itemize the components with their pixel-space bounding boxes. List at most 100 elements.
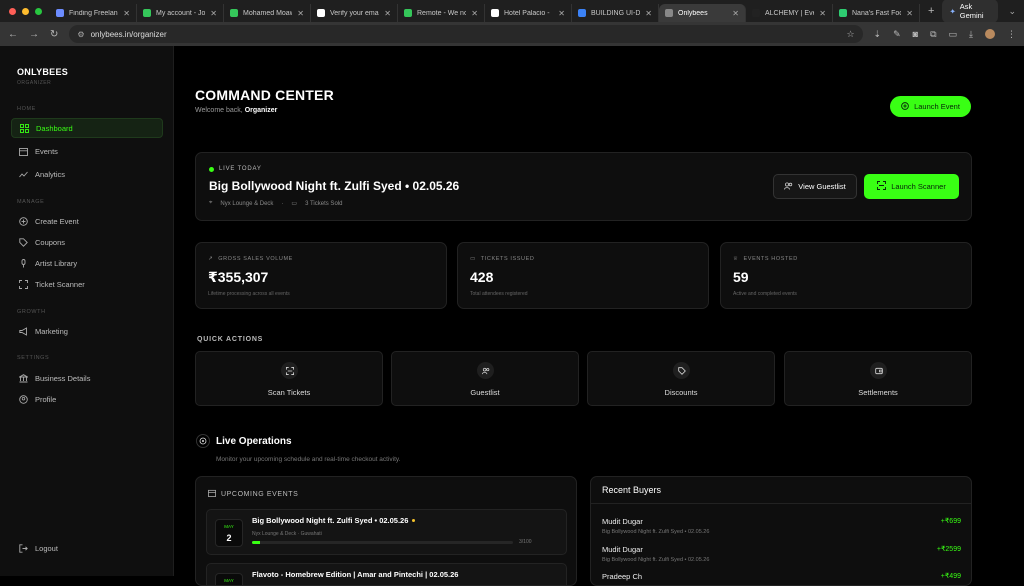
tab-close-icon[interactable]: ✕: [297, 9, 304, 18]
tab-search-icon[interactable]: ⌄: [1008, 6, 1016, 17]
menu-kebab-icon[interactable]: ⋮: [1007, 29, 1016, 40]
tab-close-icon[interactable]: ✕: [123, 9, 130, 18]
stat-card-tickets-issued: ▭ TICKETS ISSUED 428 Total attendees regi…: [457, 242, 709, 309]
page-title: COMMAND CENTER: [195, 87, 334, 103]
ticket-progress-fill: [252, 541, 260, 544]
browser-tab[interactable]: BUILDING UI-DI ✕: [572, 4, 659, 22]
browser-toolbar: ← → ↻ ⚙ onlybees.in/organizer ☆ ⇣ ✎ ◙ ⧉ …: [0, 22, 1024, 46]
bank-icon: [19, 373, 28, 383]
tab-close-icon[interactable]: ✕: [645, 9, 652, 18]
live-tag: LIVE TODAY: [209, 166, 262, 172]
sidebar-item-profile[interactable]: Profile: [11, 389, 163, 409]
scan-icon: [281, 362, 298, 379]
tab-close-icon[interactable]: ✕: [558, 9, 565, 18]
sidebar-item-business-details[interactable]: Business Details: [11, 368, 163, 388]
cast-icon[interactable]: ▭: [949, 29, 958, 40]
event-date-badge: MAY 2: [215, 519, 243, 547]
extension-icon-1[interactable]: ⇣: [874, 29, 882, 40]
grid-icon: [20, 123, 29, 133]
quick-action-guestlist[interactable]: Guestlist: [391, 351, 579, 406]
tab-favicon-icon: [56, 9, 64, 17]
site-info-icon[interactable]: ⚙: [77, 30, 84, 39]
buyer-row: Pradeep Ch +₹499: [602, 572, 961, 581]
sidebar-item-marketing[interactable]: Marketing: [11, 321, 163, 341]
tab-close-icon[interactable]: ✕: [210, 9, 217, 18]
browser-tab[interactable]: Nana's Fast Foo ✕: [833, 4, 920, 22]
location-pin-icon: ⌖: [209, 200, 213, 206]
sidebar-item-events[interactable]: Events: [11, 141, 163, 161]
megaphone-icon: [19, 326, 28, 336]
browser-tab[interactable]: Onlybees ✕: [659, 4, 746, 22]
tab-favicon-icon: [230, 9, 238, 17]
tag-icon: [19, 237, 28, 247]
forward-icon[interactable]: →: [29, 29, 39, 40]
section-growth: GROWTH: [17, 309, 46, 315]
quick-action-scan-tickets[interactable]: Scan Tickets: [195, 351, 383, 406]
live-dot-icon: [209, 166, 214, 172]
upcoming-event-row[interactable]: MAY 2 Big Bollywood Night ft. Zulfi Syed…: [206, 509, 567, 555]
pen-icon[interactable]: ✎: [893, 29, 901, 40]
tab-close-icon[interactable]: ✕: [732, 9, 739, 18]
browser-tab-bar: Finding Freelan ✕ My account - Jo ✕ Mohamed …: [0, 0, 1024, 23]
tab-close-icon[interactable]: ✕: [819, 9, 826, 18]
browser-tab[interactable]: Finding Freelan ✕: [50, 4, 137, 22]
stat-card-gross-sales: ↗ GROSS SALES VOLUME ₹355,307 Lifetime pr…: [195, 242, 447, 309]
sidebar-item-coupons[interactable]: Coupons: [11, 232, 163, 252]
sidebar-item-ticket-scanner[interactable]: Ticket Scanner: [11, 274, 163, 294]
stat-card-events-hosted: ♕ EVENTS HOSTED 59 Active and completed e…: [720, 242, 972, 309]
browser-tab[interactable]: ALCHEMY | Eve ✕: [746, 4, 833, 22]
browser-tab[interactable]: My account - Jo ✕: [137, 4, 224, 22]
browser-tab[interactable]: Remote - We no ✕: [398, 4, 485, 22]
logout-icon: [19, 543, 28, 553]
brand-logo[interactable]: ONLYBEES: [17, 67, 68, 77]
camera-icon[interactable]: ◙: [913, 29, 918, 39]
stat-value: 59: [733, 269, 749, 285]
stat-subtext: Total attendees registered: [470, 291, 528, 297]
quick-action-settlements[interactable]: Settlements: [784, 351, 972, 406]
main-content: COMMAND CENTER Welcome back, Organizer L…: [175, 46, 1024, 586]
tab-favicon-icon: [143, 9, 151, 17]
launch-scanner-button[interactable]: Launch Scanner: [864, 174, 959, 199]
stat-value: 428: [470, 269, 494, 285]
tag-icon: [673, 362, 690, 379]
tab-close-icon[interactable]: ✕: [384, 9, 391, 18]
live-event-meta: ⌖ Nyx Lounge & Deck · ▭ 3 Tickets Sold: [209, 200, 343, 207]
download-icon[interactable]: ⤓: [969, 29, 973, 40]
stat-value: ₹355,307: [208, 269, 269, 285]
new-tab-button[interactable]: +: [920, 5, 942, 17]
bookmark-star-icon[interactable]: ☆: [846, 29, 854, 40]
zoom-window-button[interactable]: [35, 7, 42, 15]
tab-favicon-icon: [752, 9, 760, 17]
sidebar-item-dashboard[interactable]: Dashboard: [11, 118, 163, 138]
stat-subtext: Active and completed events: [733, 291, 797, 297]
address-bar[interactable]: ⚙ onlybees.in/organizer ☆: [69, 25, 863, 43]
view-guestlist-button[interactable]: View Guestlist: [773, 174, 857, 199]
upcoming-event-row[interactable]: MAY Flavoto - Homebrew Edition | Amar an…: [206, 563, 567, 585]
quick-action-discounts[interactable]: Discounts: [587, 351, 775, 406]
browser-tab[interactable]: Verify your ema ✕: [311, 4, 398, 22]
browser-tab[interactable]: Hotel Palacio - ✕: [485, 4, 572, 22]
minimize-window-button[interactable]: [22, 7, 29, 15]
brand-subtitle: ORGANIZER: [17, 80, 52, 86]
ticket-icon: ▭: [470, 256, 476, 262]
tab-close-icon[interactable]: ✕: [906, 9, 913, 18]
extensions-puzzle-icon[interactable]: ⧉: [930, 29, 936, 40]
sidebar-item-create-event[interactable]: Create Event: [11, 211, 163, 231]
reload-icon[interactable]: ↻: [50, 29, 58, 40]
ticket-icon: ▭: [291, 201, 298, 207]
close-window-button[interactable]: [9, 7, 16, 15]
profile-avatar[interactable]: [985, 29, 995, 39]
wallet-icon: [870, 362, 887, 379]
live-today-card: LIVE TODAY Big Bollywood Night ft. Zulfi…: [195, 152, 972, 221]
sidebar-item-artist-library[interactable]: Artist Library: [11, 253, 163, 273]
sidebar-item-analytics[interactable]: Analytics: [11, 164, 163, 184]
tab-close-icon[interactable]: ✕: [471, 9, 478, 18]
back-icon[interactable]: ←: [8, 29, 18, 40]
recent-buyers-panel: Recent Buyers Mudit Dugar Big Bollywood …: [590, 476, 972, 586]
browser-tab[interactable]: Mohamed Moaw ✕: [224, 4, 311, 22]
launch-event-button[interactable]: Launch Event: [890, 96, 971, 117]
logout-button[interactable]: Logout: [11, 538, 163, 558]
ask-gemini-button[interactable]: ✦ Ask Gemini: [942, 0, 999, 23]
recent-buyers-title: Recent Buyers: [591, 477, 971, 504]
plus-circle-icon: [19, 216, 28, 226]
